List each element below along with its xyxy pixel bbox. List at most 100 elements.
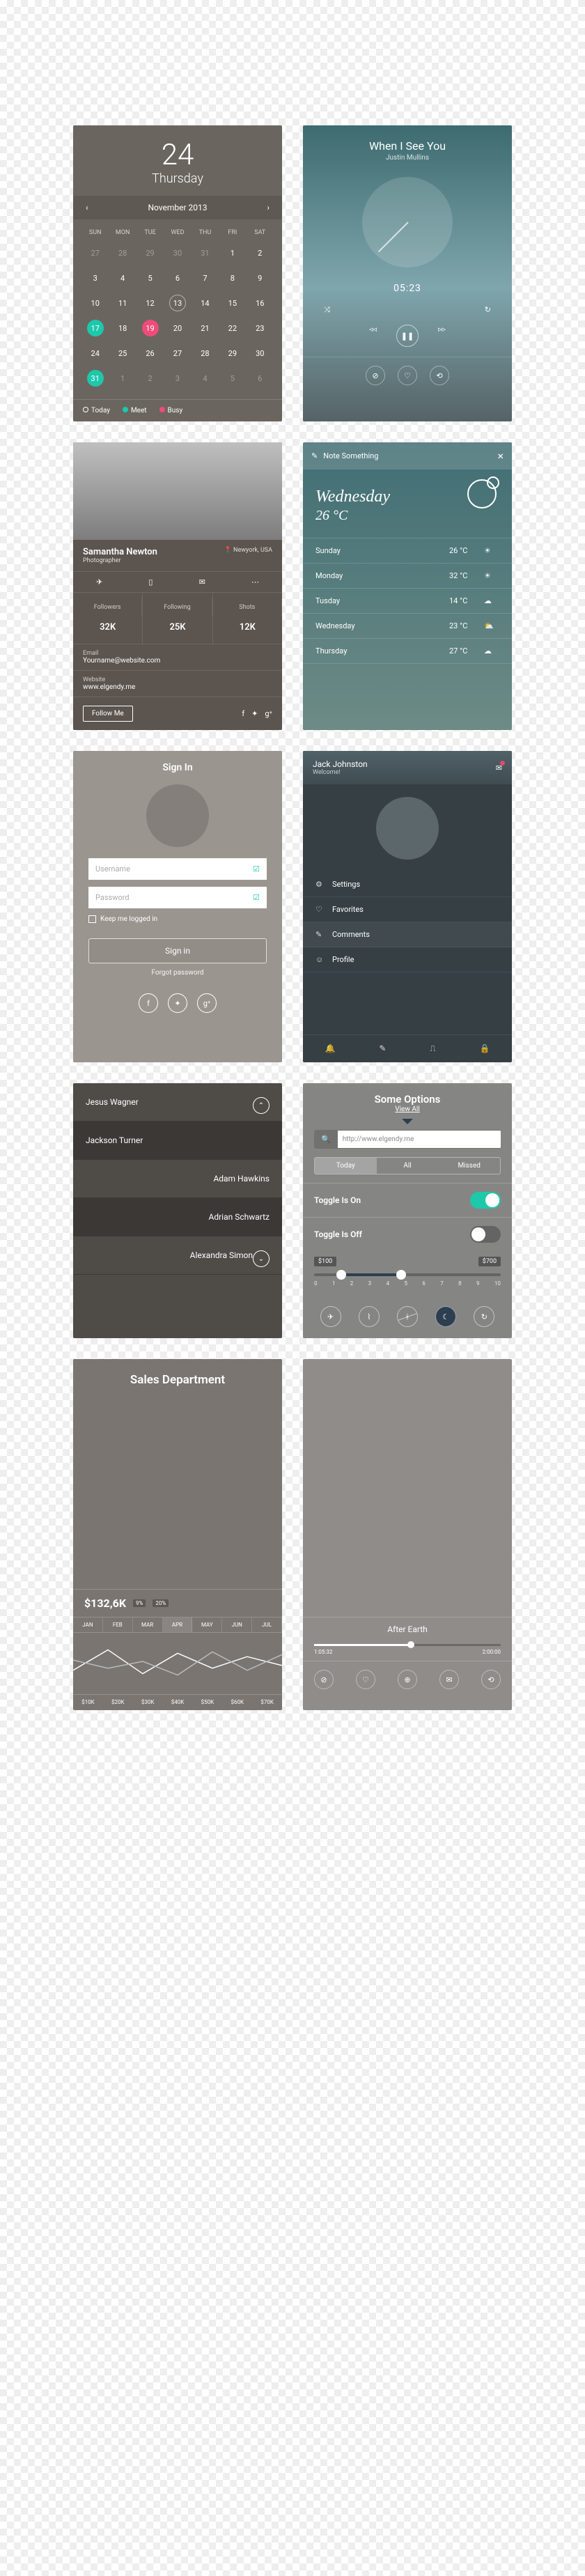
- calendar-day[interactable]: 15: [219, 290, 246, 316]
- month-tab[interactable]: FEB: [103, 1617, 133, 1632]
- segment-control[interactable]: TodayAllMissed: [314, 1157, 501, 1174]
- drawer-item[interactable]: ⚙Settings: [303, 872, 512, 897]
- follow-button[interactable]: Follow Me: [83, 706, 133, 722]
- calendar-day[interactable]: 29: [136, 240, 164, 265]
- forecast-row[interactable]: Wednesday23 °C⛅: [303, 614, 512, 639]
- share-icon[interactable]: ⟲: [481, 1670, 501, 1689]
- calendar-day[interactable]: 27: [81, 240, 109, 265]
- note-placeholder[interactable]: Note Something: [323, 451, 378, 460]
- facebook-icon[interactable]: f: [242, 709, 244, 718]
- next-track-icon[interactable]: ▹▹: [438, 325, 446, 347]
- forecast-row[interactable]: Sunday26 °C☀: [303, 538, 512, 564]
- drawer-item[interactable]: ✎Comments: [303, 922, 512, 947]
- calendar-day[interactable]: 4: [192, 366, 219, 391]
- facebook-icon[interactable]: f: [139, 993, 158, 1013]
- close-icon[interactable]: ×: [497, 449, 504, 463]
- explore-icon[interactable]: ⊘: [366, 366, 385, 385]
- calendar-day[interactable]: 8: [219, 265, 246, 290]
- mail-icon[interactable]: ✉: [496, 763, 502, 773]
- calendar-day[interactable]: 16: [247, 290, 274, 316]
- month-tab[interactable]: MAY: [192, 1617, 222, 1632]
- calendar-day[interactable]: 30: [164, 240, 191, 265]
- compose-icon[interactable]: ✎: [379, 1043, 386, 1054]
- forgot-link[interactable]: Forgot password: [73, 969, 282, 977]
- calendar-day[interactable]: 22: [219, 316, 246, 341]
- prev-track-icon[interactable]: ◃◃: [369, 325, 377, 347]
- calendar-day[interactable]: 3: [81, 265, 109, 290]
- segment-tab[interactable]: Missed: [438, 1158, 500, 1174]
- next-month-icon[interactable]: ›: [267, 203, 270, 212]
- keep-logged-checkbox[interactable]: Keep me logged in: [73, 915, 282, 923]
- calendar-day[interactable]: 28: [109, 240, 136, 265]
- month-tab[interactable]: JUL: [252, 1617, 282, 1632]
- month-tab[interactable]: JAN: [73, 1617, 103, 1632]
- calendar-day[interactable]: 19: [136, 316, 164, 341]
- send-icon[interactable]: ✈: [96, 577, 102, 587]
- username-input[interactable]: Username☑: [88, 858, 267, 880]
- calendar-day[interactable]: 6: [247, 366, 274, 391]
- calendar-day[interactable]: 2: [247, 240, 274, 265]
- dropdown-icon[interactable]: [402, 1119, 413, 1124]
- contact-row[interactable]: Jesus Wagner⌃: [73, 1083, 282, 1122]
- range-slider[interactable]: $100$700 012345678910: [303, 1251, 512, 1296]
- calendar-day[interactable]: 31: [81, 366, 109, 391]
- calendar-day[interactable]: 14: [192, 290, 219, 316]
- calendar-day[interactable]: 2: [136, 366, 164, 391]
- equalizer-icon[interactable]: ⎍: [430, 1043, 435, 1054]
- progress-bar[interactable]: 1:05:322:00:00: [303, 1641, 512, 1661]
- like-icon[interactable]: ♡: [356, 1670, 375, 1689]
- progress-knob[interactable]: [362, 177, 453, 267]
- password-input[interactable]: Password☑: [88, 887, 267, 908]
- gplus-icon[interactable]: g⁺: [265, 709, 272, 718]
- calendar-day[interactable]: 11: [109, 290, 136, 316]
- calendar-day[interactable]: 23: [247, 316, 274, 341]
- calendar-day[interactable]: 26: [136, 341, 164, 366]
- calendar-day[interactable]: 1: [219, 240, 246, 265]
- segment-tab[interactable]: Today: [315, 1158, 377, 1174]
- play-pause-button[interactable]: ❚❚: [396, 325, 419, 347]
- month-tab[interactable]: MAR: [133, 1617, 163, 1632]
- scroll-down-icon[interactable]: ⌄: [253, 1250, 270, 1267]
- month-tabs[interactable]: JANFEBMARAPRMAYJUNJUL: [73, 1617, 282, 1632]
- contact-row[interactable]: Adam Hawkins: [73, 1160, 282, 1198]
- drawer-item[interactable]: ☺Profile: [303, 947, 512, 972]
- month-tab[interactable]: APR: [163, 1617, 193, 1632]
- calendar-day[interactable]: 21: [192, 316, 219, 341]
- calendar-day[interactable]: 28: [192, 341, 219, 366]
- calendar-day[interactable]: 13: [164, 290, 191, 316]
- repeat-icon[interactable]: ↻: [485, 305, 491, 315]
- add-icon[interactable]: ⊕: [398, 1670, 417, 1689]
- signin-button[interactable]: Sign in: [88, 938, 267, 963]
- calendar-day[interactable]: 27: [164, 341, 191, 366]
- moon-icon[interactable]: ☾: [435, 1306, 456, 1327]
- toggle-switch[interactable]: [470, 1192, 501, 1209]
- contact-row[interactable]: Jackson Turner: [73, 1122, 282, 1160]
- calendar-day[interactable]: 1: [109, 366, 136, 391]
- calendar-day[interactable]: 10: [81, 290, 109, 316]
- url-search[interactable]: 🔍 http://www.elgendy.me: [314, 1130, 501, 1149]
- segment-tab[interactable]: All: [377, 1158, 439, 1174]
- device-icon[interactable]: ▯: [148, 577, 153, 587]
- calendar-day[interactable]: 25: [109, 341, 136, 366]
- calendar-day[interactable]: 5: [219, 366, 246, 391]
- toggle-switch[interactable]: [470, 1226, 501, 1243]
- calendar-day[interactable]: 18: [109, 316, 136, 341]
- calendar-day[interactable]: 17: [81, 316, 109, 341]
- bell-icon[interactable]: 🔔: [325, 1043, 335, 1054]
- forecast-row[interactable]: Monday32 °C☀: [303, 564, 512, 589]
- twitter-icon[interactable]: ✦: [168, 993, 187, 1013]
- calendar-day[interactable]: 5: [136, 265, 164, 290]
- calendar-day[interactable]: 7: [192, 265, 219, 290]
- explore-icon[interactable]: ⊘: [314, 1670, 334, 1689]
- calendar-day[interactable]: 4: [109, 265, 136, 290]
- contact-row[interactable]: Alexandra Simon⌄: [73, 1236, 282, 1275]
- calendar-day[interactable]: 12: [136, 290, 164, 316]
- calendar-day[interactable]: 31: [192, 240, 219, 265]
- chat-icon[interactable]: ✉: [439, 1670, 459, 1689]
- contact-row[interactable]: Adrian Schwartz: [73, 1198, 282, 1236]
- lock-icon[interactable]: 🔒: [480, 1043, 490, 1054]
- like-icon[interactable]: ♡: [398, 366, 417, 385]
- view-all-link[interactable]: View All: [303, 1105, 512, 1113]
- twitter-icon[interactable]: ✦: [251, 709, 258, 718]
- rotate-icon[interactable]: ↻: [474, 1306, 494, 1327]
